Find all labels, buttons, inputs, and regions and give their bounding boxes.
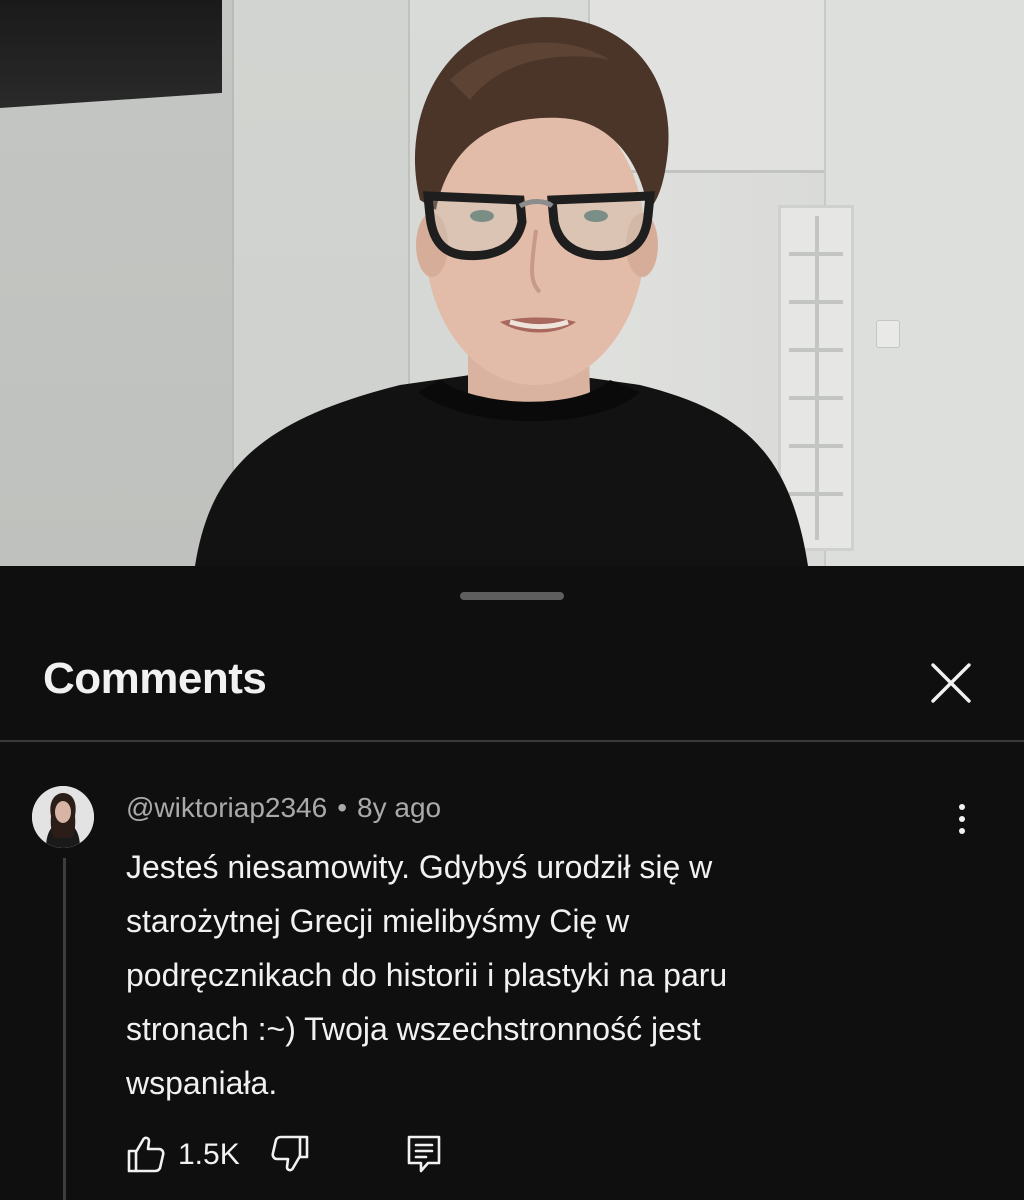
- thumbs-down-icon: [271, 1135, 309, 1172]
- comment-text-line: starożytnej Grecji mielibyśmy Cię w: [126, 903, 630, 939]
- panel-title: Comments: [43, 654, 267, 703]
- comment-text-line: podręcznikach do historii i plastyki na …: [126, 957, 728, 993]
- comment-meta: @wiktoriap2346 • 8y ago: [126, 792, 441, 824]
- comment-text-line: stronach :~) Twoja wszechstronność jest: [126, 1011, 701, 1047]
- comment-author[interactable]: @wiktoriap2346: [126, 792, 327, 823]
- comment-actions: 1.5K: [126, 1132, 466, 1180]
- like-button[interactable]: [126, 1134, 166, 1174]
- thread-line: [63, 858, 66, 1200]
- presenter-figure: [195, 17, 808, 566]
- more-options-button[interactable]: [940, 794, 984, 844]
- like-count: 1.5K: [178, 1138, 240, 1171]
- comment-text-line: wspaniała.: [126, 1065, 278, 1101]
- close-button[interactable]: [920, 652, 982, 714]
- reply-icon: [407, 1135, 441, 1173]
- drag-handle[interactable]: [460, 592, 564, 600]
- comment-text-line: Jesteś niesamowity. Gdybyś urodził się w: [126, 849, 713, 885]
- comments-panel: Comments @wiktoriap2346 • 8y ago Jesteś ni…: [0, 566, 1024, 1200]
- video-player[interactable]: [0, 0, 1024, 566]
- avatar-image: [32, 786, 94, 848]
- avatar[interactable]: [32, 786, 94, 848]
- close-icon: [931, 663, 971, 703]
- comment-age: 8y ago: [357, 792, 442, 823]
- more-vertical-icon: [959, 804, 965, 810]
- comment-text: Jesteś niesamowity. Gdybyś urodził się w…: [126, 840, 866, 1110]
- reply-button[interactable]: [404, 1134, 444, 1174]
- dislike-button[interactable]: [270, 1134, 310, 1174]
- meta-separator: •: [337, 792, 348, 823]
- header-divider: [0, 740, 1024, 742]
- thumbs-up-icon: [127, 1136, 165, 1173]
